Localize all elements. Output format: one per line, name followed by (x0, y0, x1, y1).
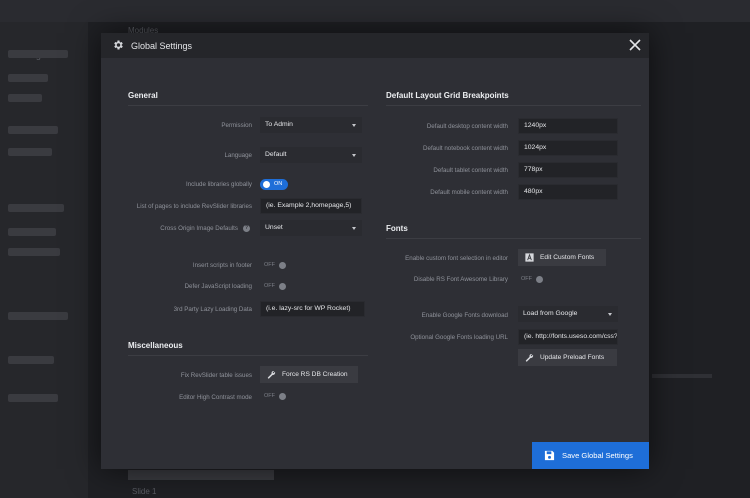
pages-list-label: List of pages to include RevSlider libra… (136, 203, 252, 210)
tablet-width-input[interactable]: 778px (518, 162, 618, 178)
background-slide-bar (128, 470, 274, 480)
chevron-down-icon (352, 154, 356, 157)
permission-label: Permission (221, 122, 252, 129)
high-contrast-label: Editor High Contrast mode (179, 394, 252, 401)
background-sidebar-item (8, 356, 54, 364)
toggle-knob (536, 276, 543, 283)
permission-select[interactable]: To Admin (260, 117, 362, 133)
lazy-data-input[interactable]: (i.e. lazy-src for WP Rocket) (260, 301, 365, 317)
background-slide-label: Slide 1 (132, 487, 157, 496)
gear-icon (114, 40, 123, 50)
chevron-down-icon (608, 313, 612, 316)
desktop-width-label: Default desktop content width (426, 123, 508, 130)
include-libraries-toggle[interactable]: ON (260, 179, 288, 190)
background-topbar (0, 0, 750, 22)
toggle-state: OFF (264, 283, 275, 289)
close-icon[interactable] (628, 38, 642, 52)
toggle-knob (279, 262, 286, 269)
cross-origin-label: Cross Origin Image Defaults (160, 225, 238, 232)
edit-custom-fonts-button[interactable]: Edit Custom Fonts (518, 249, 606, 266)
update-preload-fonts-button[interactable]: Update Preload Fonts (518, 349, 617, 366)
language-select[interactable]: Default (260, 147, 362, 163)
update-preload-fonts-label: Update Preload Fonts (540, 354, 605, 361)
toggle-knob (263, 181, 270, 188)
disable-awesome-label: Disable RS Font Awesome Library (413, 276, 508, 283)
desktop-width-input[interactable]: 1240px (518, 118, 618, 134)
cross-origin-value: Unset (265, 224, 283, 231)
google-download-label: Enable Google Fonts download (421, 312, 508, 319)
toggle-knob (279, 283, 286, 290)
mobile-width-input[interactable]: 480px (518, 184, 618, 200)
background-sidebar-item (8, 126, 58, 134)
defer-js-label: Defer JavaScript loading (184, 283, 252, 290)
global-settings-modal: Global Settings General Permission To Ad… (101, 33, 649, 469)
force-db-creation-label: Force RS DB Creation (282, 371, 348, 378)
custom-fonts-label: Enable custom font selection in editor (405, 255, 508, 262)
disable-awesome-toggle[interactable]: OFF (521, 275, 545, 284)
background-sidebar-item (8, 94, 42, 102)
google-download-select[interactable]: Load from Google (518, 306, 618, 322)
general-divider (128, 105, 368, 106)
pages-list-input[interactable]: (ie. Example 2,homepage,5) (260, 198, 362, 214)
fix-tables-label: Fix RevSlider table issues (180, 372, 252, 379)
toggle-state: OFF (264, 262, 275, 268)
mobile-width-label: Default mobile content width (430, 189, 508, 196)
google-url-label: Optional Google Fonts loading URL (410, 334, 508, 341)
background-sidebar-item (8, 312, 68, 320)
breakpoints-section-title: Default Layout Grid Breakpoints (386, 91, 509, 100)
insert-footer-toggle[interactable]: OFF (264, 261, 288, 270)
modal-header: Global Settings (101, 33, 649, 58)
save-global-settings-button[interactable]: Save Global Settings (532, 442, 649, 469)
edit-custom-fonts-label: Edit Custom Fonts (540, 254, 595, 261)
language-label: Language (224, 152, 252, 159)
google-download-value: Load from Google (523, 310, 578, 317)
defer-js-toggle[interactable]: OFF (264, 282, 288, 291)
include-libraries-label: Include libraries globally (185, 181, 252, 188)
background-divider (652, 374, 712, 378)
help-icon[interactable]: ? (243, 225, 250, 232)
background-sidebar-item (8, 248, 60, 256)
floppy-disk-icon (544, 450, 555, 461)
high-contrast-toggle[interactable]: OFF (264, 392, 288, 401)
fonts-section-title: Fonts (386, 224, 408, 233)
toggle-knob (279, 393, 286, 400)
google-url-input[interactable]: (ie. http://fonts.useso.com/css?family=) (518, 329, 618, 345)
chevron-down-icon (352, 227, 356, 230)
background-sidebar-item (8, 394, 58, 402)
notebook-width-label: Default notebook content width (423, 145, 508, 152)
language-value: Default (265, 151, 287, 158)
toggle-state: OFF (521, 276, 532, 282)
breakpoints-divider (386, 105, 641, 106)
misc-divider (128, 355, 368, 356)
font-icon (525, 253, 534, 262)
modal-title: Global Settings (131, 41, 193, 51)
notebook-width-input[interactable]: 1024px (518, 140, 618, 156)
misc-section-title: Miscellaneous (128, 341, 183, 350)
permission-value: To Admin (265, 121, 293, 128)
background-sidebar: WP Engine (0, 22, 88, 498)
background-sidebar-item (8, 148, 52, 156)
toggle-state: OFF (264, 393, 275, 399)
cross-origin-select[interactable]: Unset (260, 220, 362, 236)
background-sidebar-item (8, 228, 56, 236)
tablet-width-label: Default tablet content width (433, 167, 508, 174)
wrench-icon (525, 353, 534, 362)
force-db-creation-button[interactable]: Force RS DB Creation (260, 366, 358, 383)
lazy-data-label: 3rd Party Lazy Loading Data (173, 306, 252, 313)
save-global-settings-label: Save Global Settings (562, 451, 633, 460)
wrench-icon (267, 370, 276, 379)
general-section-title: General (128, 91, 158, 100)
toggle-state: ON (274, 181, 283, 187)
background-sidebar-item (8, 50, 68, 58)
insert-footer-label: Insert scripts in footer (192, 262, 252, 269)
chevron-down-icon (352, 124, 356, 127)
background-sidebar-item (8, 74, 48, 82)
fonts-divider (386, 238, 641, 239)
background-sidebar-item (8, 204, 64, 212)
